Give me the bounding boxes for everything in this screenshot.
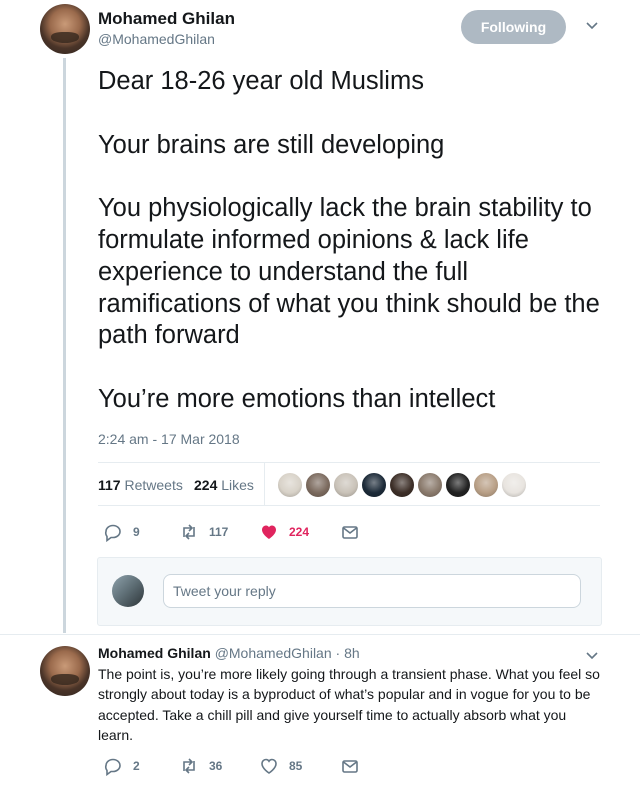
following-button[interactable]: Following bbox=[461, 10, 566, 44]
liker-avatar[interactable] bbox=[360, 471, 388, 499]
reply-input[interactable]: Tweet your reply bbox=[163, 574, 581, 608]
retweet-icon bbox=[183, 524, 195, 540]
author-avatar[interactable] bbox=[40, 4, 90, 54]
heart-filled-icon bbox=[262, 525, 276, 539]
liker-avatar[interactable] bbox=[416, 471, 444, 499]
chevron-down-icon[interactable] bbox=[584, 17, 600, 38]
reply-icon bbox=[104, 758, 121, 776]
liker-avatar[interactable] bbox=[444, 471, 472, 499]
like-action[interactable]: 85 bbox=[259, 756, 302, 776]
likers-avatars bbox=[276, 0, 536, 499]
thread-line bbox=[63, 58, 66, 633]
reply-author-name[interactable]: Mohamed Ghilan bbox=[98, 645, 211, 661]
liker-avatar[interactable] bbox=[304, 471, 332, 499]
stats-divider bbox=[264, 463, 265, 505]
retweets-stat[interactable]: 117 Retweets bbox=[98, 477, 183, 493]
reply-author-handle[interactable]: @MohamedGhilan bbox=[215, 645, 332, 661]
liker-avatar[interactable] bbox=[276, 471, 304, 499]
direct-message-action[interactable] bbox=[340, 522, 370, 542]
envelope-icon bbox=[342, 760, 358, 773]
reply-action[interactable]: 9 bbox=[103, 522, 140, 542]
reply-text: The point is, you’re more likely going t… bbox=[98, 666, 600, 743]
reply-icon bbox=[104, 524, 121, 542]
liker-avatar[interactable] bbox=[332, 471, 360, 499]
tweet-timestamp[interactable]: 2:24 am - 17 Mar 2018 bbox=[98, 431, 240, 447]
reply-author-avatar[interactable] bbox=[40, 646, 90, 696]
heart-icon bbox=[261, 758, 277, 774]
divider bbox=[98, 462, 600, 463]
like-action[interactable]: 224 bbox=[259, 522, 309, 542]
envelope-icon bbox=[342, 526, 358, 539]
liker-avatar[interactable] bbox=[500, 471, 528, 499]
retweet-icon bbox=[183, 758, 195, 774]
reply-header: Mohamed Ghilan @MohamedGhilan · 8h bbox=[98, 645, 360, 661]
likes-stat[interactable]: 224 Likes bbox=[194, 477, 254, 493]
liker-avatar[interactable] bbox=[388, 471, 416, 499]
tweet-text: Dear 18-26 year old Muslims Your brains … bbox=[98, 67, 600, 413]
divider bbox=[0, 634, 640, 635]
author-handle[interactable]: @MohamedGhilan bbox=[98, 31, 215, 47]
retweet-action[interactable]: 36 bbox=[179, 756, 222, 776]
reply-action[interactable]: 2 bbox=[103, 756, 140, 776]
direct-message-action[interactable] bbox=[340, 756, 370, 776]
reply-time[interactable]: · 8h bbox=[336, 645, 360, 661]
liker-avatar[interactable] bbox=[472, 471, 500, 499]
author-name[interactable]: Mohamed Ghilan bbox=[98, 9, 235, 29]
divider bbox=[98, 505, 600, 506]
current-user-avatar bbox=[112, 575, 144, 607]
retweet-action[interactable]: 117 bbox=[179, 522, 228, 542]
